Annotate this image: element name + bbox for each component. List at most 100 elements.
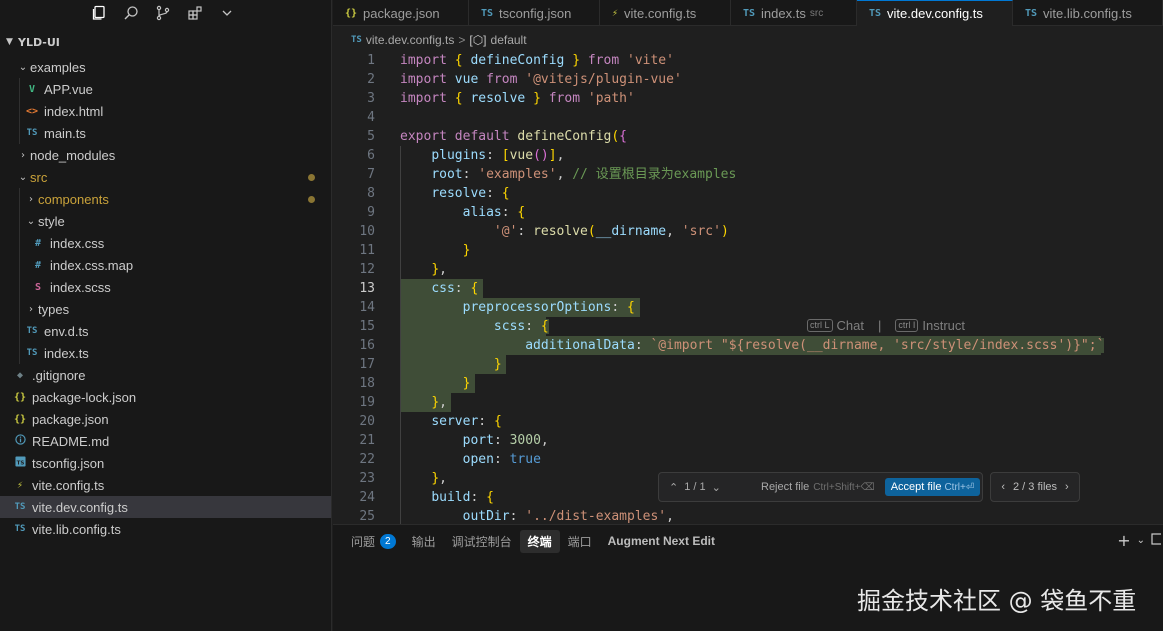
code-line[interactable]: 10 '@': resolve(__dirname, 'src') xyxy=(333,222,1163,241)
tree-item-components[interactable]: › components xyxy=(0,188,331,210)
code-line[interactable]: 17 } xyxy=(333,355,1163,374)
tab-tsconfig-json[interactable]: TS tsconfig.json xyxy=(469,0,600,26)
code-line[interactable]: 19 }, xyxy=(333,393,1163,412)
code-text: }, xyxy=(431,262,447,277)
tree-item-src[interactable]: ⌄ src xyxy=(0,166,331,188)
tab-package-json[interactable]: {} package.json xyxy=(333,0,469,26)
tree-item-index-html[interactable]: <> index.html xyxy=(0,100,331,122)
code-text: import { resolve } from 'path' xyxy=(400,91,635,106)
tree-item-package-lock-json[interactable]: {} package-lock.json xyxy=(0,386,331,408)
tree-item-index-css-map[interactable]: # index.css.map xyxy=(0,254,331,276)
panel-actions: + ⌄ xyxy=(1117,531,1163,551)
html-file-icon: <> xyxy=(25,105,39,117)
accept-file-button[interactable]: Accept file Ctrl+⏎ xyxy=(884,478,981,496)
reject-label: Reject file xyxy=(761,481,810,493)
tab-problems[interactable]: 问题 2 xyxy=(343,530,404,553)
tree-item-app-vue[interactable]: V APP.vue xyxy=(0,78,331,100)
tree-item-env-d-ts[interactable]: TS env.d.ts xyxy=(0,320,331,342)
breadcrumb-symbol[interactable]: default xyxy=(491,33,527,47)
chevron-up-icon[interactable]: ⌃ xyxy=(669,481,678,494)
chevron-left-icon[interactable]: ‹ xyxy=(1001,481,1005,493)
code-line[interactable]: 14 preprocessorOptions: { xyxy=(333,298,1163,317)
explorer-root-folder[interactable]: ▼ YLD-UI xyxy=(0,28,331,56)
vue-file-icon: V xyxy=(28,83,36,95)
tab-vite-config-ts[interactable]: ⚡ vite.config.ts xyxy=(600,0,731,26)
breadcrumb-file[interactable]: vite.dev.config.ts xyxy=(366,33,455,47)
panel-tab-label: Augment Next Edit xyxy=(607,534,715,548)
line-number: 17 xyxy=(359,357,375,372)
tree-item-label: examples xyxy=(30,59,86,75)
code-line[interactable]: 15 scss: { xyxy=(333,317,1163,336)
tree-item-label: APP.vue xyxy=(44,81,93,97)
code-line[interactable]: 4 xyxy=(333,108,1163,127)
search-icon[interactable] xyxy=(122,4,140,22)
tab-vite-dev-config-ts[interactable]: TS vite.dev.config.ts xyxy=(857,0,1013,26)
tab-augment-next-edit[interactable]: Augment Next Edit xyxy=(600,531,723,551)
extensions-icon[interactable] xyxy=(186,4,204,22)
line-number: 23 xyxy=(359,471,375,486)
line-number: 21 xyxy=(359,433,375,448)
code-line[interactable]: 7 root: 'examples', // 设置根目录为examples xyxy=(333,165,1163,184)
split-terminal-icon[interactable] xyxy=(1151,531,1163,551)
code-line[interactable]: 21 port: 3000, xyxy=(333,431,1163,450)
tab-index-ts[interactable]: TS index.ts src xyxy=(731,0,857,26)
line-number: 22 xyxy=(359,452,375,467)
code-line[interactable]: 6 plugins: [vue()], xyxy=(333,146,1163,165)
reject-shortcut: Ctrl+Shift+⌫ xyxy=(813,481,875,493)
code-line[interactable]: 12 }, xyxy=(333,260,1163,279)
tree-item-tsconfig-json[interactable]: TS tsconfig.json xyxy=(0,452,331,474)
change-navigator: ⌃ 1 / 1 ⌄ xyxy=(659,481,755,494)
code-line[interactable]: 8 resolve: { xyxy=(333,184,1163,203)
code-editor[interactable]: ctrl L Chat | ctrl I Instruct 1 import { … xyxy=(333,51,1163,524)
tree-item-index-ts[interactable]: TS index.ts xyxy=(0,342,331,364)
tab-ports[interactable]: 端口 xyxy=(560,530,600,553)
code-line[interactable]: 25 outDir: '../dist-examples', xyxy=(333,507,1163,524)
code-line[interactable]: 16 additionalData: `@import "${resolve(_… xyxy=(333,336,1163,355)
code-line[interactable]: 20 server: { xyxy=(333,412,1163,431)
tree-item-main-ts[interactable]: TS main.ts xyxy=(0,122,331,144)
source-control-icon[interactable] xyxy=(154,4,172,22)
chevron-down-icon[interactable]: ⌄ xyxy=(1137,531,1145,551)
tree-item-index-scss[interactable]: S index.scss xyxy=(0,276,331,298)
tab-terminal[interactable]: 终端 xyxy=(519,529,560,553)
chevron-right-icon[interactable]: › xyxy=(1065,481,1069,493)
new-terminal-icon[interactable]: + xyxy=(1117,531,1130,551)
tree-item-label: components xyxy=(38,191,109,207)
tree-item-package-json[interactable]: {} package.json xyxy=(0,408,331,430)
tree-item-gitignore[interactable]: ◆ .gitignore xyxy=(0,364,331,386)
indent-guide xyxy=(19,276,20,298)
typescript-file-icon: TS xyxy=(26,326,38,336)
tree-item-readme-md[interactable]: README.md xyxy=(0,430,331,452)
tree-item-vite-config-ts[interactable]: ⚡ vite.config.ts xyxy=(0,474,331,496)
code-line[interactable]: 22 open: true xyxy=(333,450,1163,469)
tree-item-types[interactable]: › types xyxy=(0,298,331,320)
code-text: } xyxy=(400,374,471,393)
tab-debug-console[interactable]: 调试控制台 xyxy=(444,530,520,553)
typescript-file-icon: TS xyxy=(1025,7,1038,19)
line-number: 25 xyxy=(359,509,375,524)
code-line[interactable]: 11 } xyxy=(333,241,1163,260)
chevron-down-icon[interactable]: ⌄ xyxy=(712,481,721,494)
code-line[interactable]: 5 export default defineConfig({ xyxy=(333,127,1163,146)
tab-vite-lib-config-ts[interactable]: TS vite.lib.config.ts xyxy=(1013,0,1163,26)
file-navigator: ‹ 2 / 3 files › xyxy=(990,472,1080,502)
tree-item-node-modules[interactable]: › node_modules xyxy=(0,144,331,166)
tree-item-examples[interactable]: ⌄ examples xyxy=(0,56,331,78)
chevron-down-icon[interactable] xyxy=(218,4,236,22)
tree-item-vite-lib-config-ts[interactable]: TS vite.lib.config.ts xyxy=(0,518,331,540)
tree-item-style[interactable]: ⌄ style xyxy=(0,210,331,232)
code-line[interactable]: 1 import { defineConfig } from 'vite' xyxy=(333,51,1163,70)
code-line[interactable]: 3 import { resolve } from 'path' xyxy=(333,89,1163,108)
reject-file-button[interactable]: Reject file Ctrl+Shift+⌫ xyxy=(761,481,875,493)
explorer-icon[interactable] xyxy=(90,4,108,22)
line-number: 9 xyxy=(367,205,375,220)
tab-output[interactable]: 输出 xyxy=(404,530,444,553)
code-line[interactable]: 2 import vue from '@vitejs/plugin-vue' xyxy=(333,70,1163,89)
code-line[interactable]: 13 css: { xyxy=(333,279,1163,298)
code-line[interactable]: 9 alias: { xyxy=(333,203,1163,222)
tree-item-index-css[interactable]: # index.css xyxy=(0,232,331,254)
tree-item-vite-dev-config-ts[interactable]: TS vite.dev.config.ts xyxy=(0,496,331,518)
vite-file-icon: ⚡ xyxy=(16,479,24,491)
code-line[interactable]: 18 } xyxy=(333,374,1163,393)
indent-guide xyxy=(19,298,20,320)
